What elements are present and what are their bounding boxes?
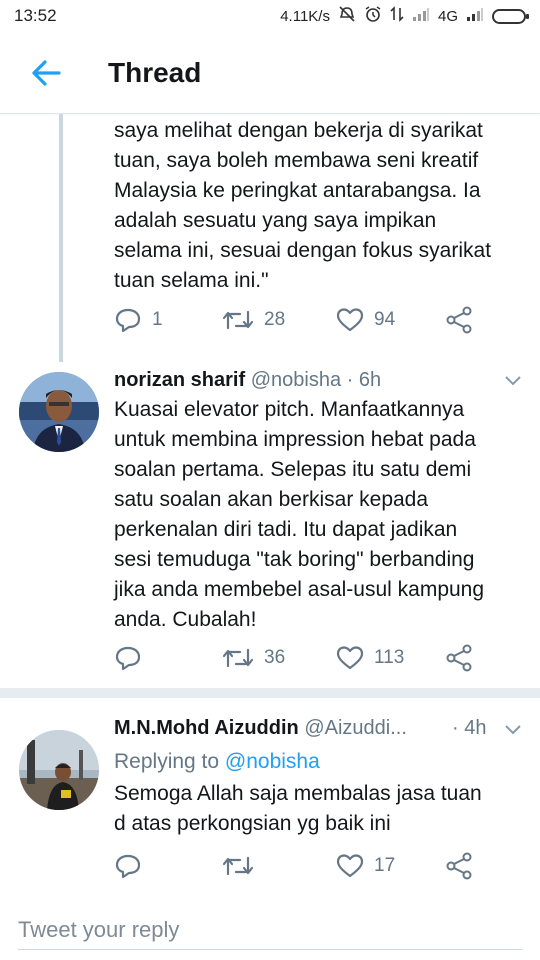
retweet-icon	[222, 856, 254, 876]
tweet-time: · 6h	[346, 369, 382, 391]
data-transfer-icon	[390, 6, 404, 26]
reply-icon	[115, 854, 141, 879]
tweet-text-line: soalan pertama. Selepas itu satu demi	[114, 458, 472, 481]
reply-icon	[115, 646, 141, 671]
tweet-text: saya melihat dengan bekerja di syarikat …	[114, 116, 529, 296]
tweet-menu-button[interactable]	[504, 374, 522, 392]
tweet-3[interactable]: M.N.Mohd Aizuddin @Aizuddi... · 4h Reply…	[0, 698, 540, 898]
heart-icon	[336, 646, 364, 670]
display-name[interactable]: norizan sharif	[114, 369, 245, 391]
like-button[interactable]: 113	[336, 645, 404, 671]
tweet-text-line: untuk membina impression hebat pada	[114, 428, 476, 451]
like-count: 94	[374, 309, 396, 330]
tweet-1[interactable]: saya melihat dengan bekerja di syarikat …	[0, 114, 540, 362]
retweet-count: 28	[264, 309, 286, 330]
chevron-down-icon	[505, 725, 521, 735]
share-icon	[446, 306, 472, 334]
status-time: 13:52	[14, 6, 57, 25]
tweet-text-line: adalah sesuatu yang saya impikan	[114, 209, 437, 232]
retweet-button[interactable]	[222, 854, 264, 878]
app-header: Thread	[0, 32, 540, 114]
tweet-header: norizan sharif @nobisha · 6h	[114, 366, 494, 394]
page-title: Thread	[108, 56, 202, 88]
chevron-down-icon	[505, 376, 521, 386]
status-bar: 13:52 4.11K/s 4G	[0, 0, 540, 32]
heart-icon	[336, 308, 364, 332]
mute-icon	[338, 6, 356, 26]
tweet-text-line: selama ini, sesuai dengan fokus syarikat	[114, 239, 492, 262]
heart-icon	[336, 854, 364, 878]
tweet-text-line: sesi temuduga "tak boring" berbanding	[114, 548, 475, 571]
arrow-left-icon	[32, 59, 61, 86]
tweet-actions: 17	[114, 850, 514, 882]
reply-bar	[0, 900, 540, 960]
avatar[interactable]	[19, 372, 99, 452]
signal-icon-2	[466, 7, 484, 25]
share-button[interactable]	[445, 306, 473, 334]
tweet-time: · 4h	[452, 717, 487, 739]
replying-to-label: Replying to	[114, 750, 220, 773]
status-icons: 4.11K/s 4G	[280, 5, 529, 27]
like-button[interactable]: 17	[336, 853, 395, 879]
user-handle[interactable]: @nobisha	[251, 369, 341, 391]
reply-button[interactable]	[114, 853, 152, 879]
alarm-icon	[364, 5, 382, 27]
tweet-actions: 36 113	[114, 642, 514, 674]
reply-button[interactable]	[114, 645, 152, 671]
back-button[interactable]	[16, 43, 76, 103]
like-count: 17	[374, 855, 396, 876]
tweet-header: M.N.Mohd Aizuddin @Aizuddi...	[114, 714, 454, 742]
tweet-2[interactable]: norizan sharif @nobisha · 6h Kuasai elev…	[0, 362, 540, 686]
tweet-text: Semoga Allah saja membalas jasa tuan d a…	[114, 779, 529, 839]
retweet-icon	[222, 648, 254, 668]
tweet-text-line: d atas perkongsian yg baik ini	[114, 812, 391, 835]
tweet-text-line: Malaysia ke peringkat antarabangsa. Ia	[114, 179, 481, 202]
network-speed: 4.11K/s	[280, 7, 330, 25]
tweet-actions: 1 28 94	[114, 304, 514, 336]
replying-to: Replying to @nobisha	[114, 747, 320, 777]
battery-icon	[492, 8, 529, 24]
retweet-button[interactable]: 28	[222, 308, 285, 332]
share-button[interactable]	[445, 644, 473, 672]
replying-to-handle[interactable]: @nobisha	[225, 750, 320, 773]
section-divider	[0, 688, 540, 698]
tweet-text-line: Kuasai elevator pitch. Manfaatkannya	[114, 398, 465, 421]
tweet-text-line: tuan selama ini."	[114, 269, 269, 292]
like-count: 113	[374, 647, 405, 668]
tweet-text-line: anda. Cubalah!	[114, 608, 257, 631]
reply-icon	[115, 308, 141, 333]
tweet-text: Kuasai elevator pitch. Manfaatkannya unt…	[114, 395, 529, 635]
share-button[interactable]	[445, 852, 473, 880]
user-handle[interactable]: @Aizuddi...	[304, 717, 407, 739]
retweet-icon	[222, 310, 254, 330]
tweet-text-line: perkenalan diri tadi. Itu dapat jadikan	[114, 518, 458, 541]
tweet-text-line: Semoga Allah saja membalas jasa tuan	[114, 782, 482, 805]
like-button[interactable]: 94	[336, 307, 395, 333]
reply-button[interactable]: 1	[114, 307, 163, 333]
share-icon	[446, 644, 472, 672]
reply-count: 1	[152, 309, 163, 330]
avatar[interactable]	[19, 730, 99, 810]
tweet-text-line: tuan, saya boleh membawa seni kreatif	[114, 149, 479, 172]
share-icon	[446, 852, 472, 880]
tweet-menu-button[interactable]	[504, 723, 522, 741]
retweet-button[interactable]: 36	[222, 646, 285, 670]
retweet-count: 36	[264, 647, 286, 668]
network-type: 4G	[437, 7, 458, 25]
display-name[interactable]: M.N.Mohd Aizuddin	[114, 717, 299, 739]
reply-input[interactable]	[18, 910, 522, 950]
tweet-text-line: satu soalan akan berkisar kepada	[114, 488, 429, 511]
tweet-text-line: jika anda membebel asal-usul kampung	[114, 578, 485, 601]
signal-icon-1	[412, 7, 430, 25]
tweet-text-line: saya melihat dengan bekerja di syarikat	[114, 119, 483, 142]
